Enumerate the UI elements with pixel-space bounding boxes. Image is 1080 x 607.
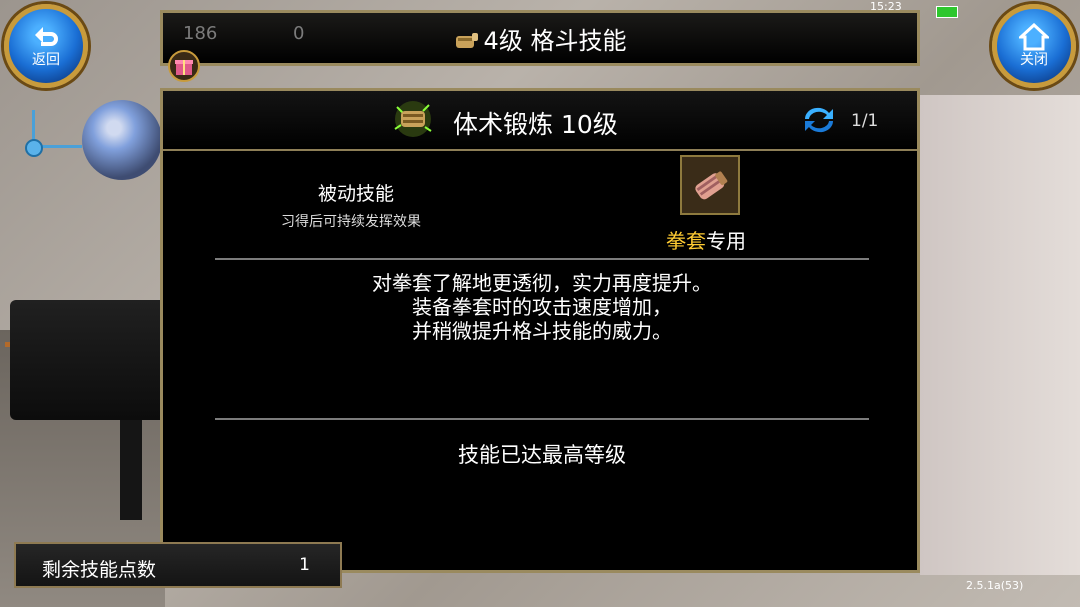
back-arrow-icon: [35, 27, 58, 46]
battery-icon: [936, 6, 958, 18]
skill-description: 对拳套了解地更透彻，实力再度提升。 装备拳套时的攻击速度增加， 并稍微提升格斗技…: [215, 271, 869, 343]
skill-name: 体术锻炼 10级: [453, 110, 618, 139]
skill-points-panel: 剩余技能点数 1: [14, 542, 342, 588]
close-button[interactable]: 关闭: [992, 4, 1076, 88]
header-bar: 186 0 4级 格斗技能: [160, 10, 920, 66]
description-line: 对拳套了解地更透彻，实力再度提升。: [372, 271, 712, 295]
max-level-status: 技能已达最高等级: [458, 443, 626, 467]
page-counter: 1/1: [851, 111, 879, 131]
skill-points-label: 剩余技能点数: [42, 559, 157, 581]
skill-points-value: 1: [299, 555, 310, 575]
skill-orb: [82, 100, 162, 180]
divider: [215, 258, 869, 260]
gift-icon[interactable]: [168, 50, 200, 82]
version-text: 2.5.1a(53): [966, 579, 1024, 592]
skill-header: 体术锻炼 10级 1/1: [163, 91, 917, 151]
refresh-icon[interactable]: [801, 105, 837, 135]
divider: [215, 418, 869, 420]
background-piano-leg: [120, 420, 142, 520]
description-line: 装备拳套时的攻击速度增加，: [412, 295, 672, 319]
weapon-requirement: 拳套专用: [666, 225, 746, 254]
background-piano: [10, 300, 160, 420]
skill-tree-node[interactable]: [25, 139, 43, 157]
skill-type: 被动技能: [318, 183, 395, 205]
home-icon: [1019, 23, 1049, 51]
back-button[interactable]: 返回: [4, 4, 88, 88]
gauntlet-icon: [455, 33, 478, 48]
weapon-suffix: 专用: [706, 229, 746, 253]
page-title: 4级 格斗技能: [163, 21, 917, 56]
back-label: 返回: [32, 52, 60, 68]
gauntlet-weapon-icon: [680, 155, 740, 215]
skill-gauntlet-icon: [394, 101, 432, 137]
background-wall-panel: [920, 95, 1080, 575]
skill-type-desc: 习得后可持续发挥效果: [281, 214, 421, 230]
weapon-name: 拳套: [666, 229, 706, 253]
close-label: 关闭: [1020, 52, 1048, 68]
description-line: 并稍微提升格斗技能的威力。: [412, 319, 672, 343]
skill-detail-dialog: 体术锻炼 10级 1/1 被动技能 习得后可持续发挥效果 拳套专用 对拳套了解地…: [160, 88, 920, 573]
page-title-text: 4级 格斗技能: [483, 27, 627, 55]
